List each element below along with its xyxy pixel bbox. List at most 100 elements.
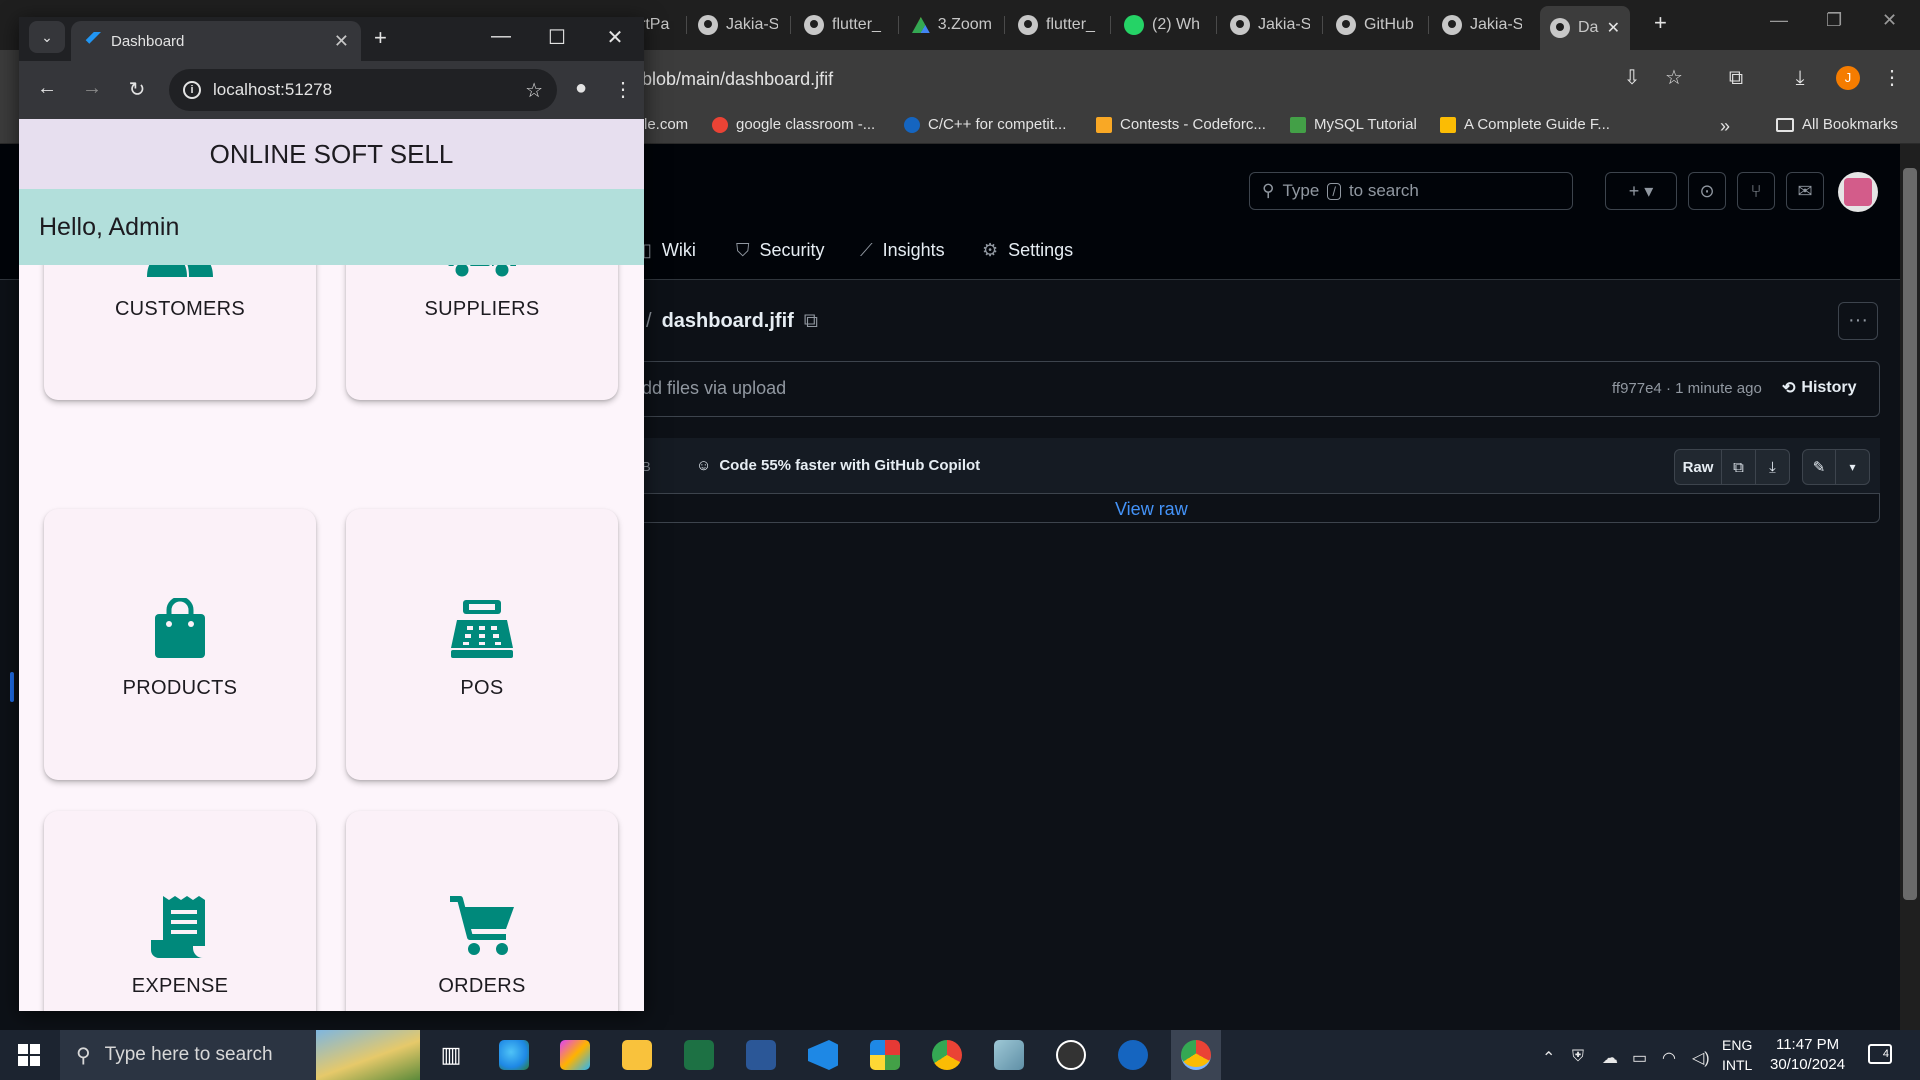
copilot-app-icon[interactable] bbox=[560, 1040, 590, 1070]
tab-zoom[interactable]: 3.Zoom bbox=[912, 12, 992, 38]
repo-nav-insights[interactable]: ⟋ Insights bbox=[860, 240, 945, 261]
file-explorer-icon[interactable] bbox=[622, 1040, 652, 1070]
install-app-icon[interactable]: ⇩ bbox=[1620, 66, 1644, 90]
task-view-icon[interactable]: ▥ bbox=[436, 1040, 466, 1070]
card-expense[interactable]: EXPENSE bbox=[44, 811, 316, 1011]
word-icon[interactable] bbox=[746, 1040, 776, 1070]
all-bookmarks-button[interactable]: All Bookmarks bbox=[1776, 116, 1898, 133]
bookmark-star-icon[interactable]: ☆ bbox=[1662, 66, 1686, 90]
bookmark-item[interactable]: le.com bbox=[644, 116, 688, 133]
pull-requests-icon[interactable]: ⑂ bbox=[1737, 172, 1775, 210]
system-clock[interactable]: 11:47 PM 30/10/2024 bbox=[1770, 1035, 1845, 1075]
download-icon[interactable]: ⤓ bbox=[1756, 449, 1790, 485]
create-new-button[interactable]: + ▾ bbox=[1605, 172, 1677, 210]
taskbar-search-input[interactable]: ⚲ Type here to search bbox=[60, 1030, 420, 1080]
more-bookmarks-icon[interactable]: » bbox=[1720, 116, 1730, 137]
battery-icon[interactable]: ▭ bbox=[1632, 1048, 1647, 1068]
profile-avatar[interactable]: J bbox=[1836, 66, 1860, 90]
edge-icon[interactable] bbox=[499, 1040, 529, 1070]
card-pos[interactable]: POS bbox=[346, 509, 618, 780]
tab-dashboard[interactable]: Dashboard ✕ bbox=[71, 21, 361, 61]
menu-kebab-icon[interactable]: ⋮ bbox=[611, 77, 635, 102]
notepad-icon[interactable] bbox=[994, 1040, 1024, 1070]
security-icon[interactable]: ⛨ bbox=[1572, 1048, 1584, 1066]
bookmark-label: Contests - Codeforc... bbox=[1120, 116, 1266, 133]
app-title: ONLINE SOFT SELL bbox=[209, 138, 454, 169]
more-options-button[interactable]: ··· bbox=[1838, 302, 1878, 340]
menu-kebab-icon[interactable]: ⋮ bbox=[1880, 66, 1904, 90]
excel-icon[interactable] bbox=[684, 1040, 714, 1070]
new-tab-button[interactable]: + bbox=[1654, 10, 1667, 36]
downloads-icon[interactable]: ⤓ bbox=[1788, 66, 1812, 90]
store-icon[interactable] bbox=[870, 1040, 900, 1070]
new-tab-button[interactable]: + bbox=[374, 25, 387, 51]
github-search-input[interactable]: ⚲ Type / to search bbox=[1249, 172, 1573, 210]
notifications-icon[interactable]: 4 bbox=[1868, 1044, 1892, 1064]
tray-overflow-icon[interactable]: ⌃ bbox=[1542, 1048, 1555, 1068]
issues-icon[interactable]: ⊙ bbox=[1688, 172, 1726, 210]
tab-label: flutter_ bbox=[832, 16, 881, 33]
site-info-icon[interactable]: i bbox=[183, 81, 201, 99]
scrollbar-thumb[interactable] bbox=[1903, 168, 1917, 900]
copy-path-icon[interactable]: ⧉ bbox=[804, 310, 818, 333]
close-window-button[interactable]: ✕ bbox=[1882, 10, 1897, 31]
view-raw-link[interactable]: View raw bbox=[1115, 499, 1188, 520]
search-shortcut-key: / bbox=[1327, 182, 1341, 200]
bookmark-item[interactable]: MySQL Tutorial bbox=[1290, 116, 1417, 133]
tab-jakia-1[interactable]: Jakia-S bbox=[698, 12, 778, 38]
copy-raw-icon[interactable]: ⧉ bbox=[1722, 449, 1756, 485]
start-button[interactable] bbox=[18, 1044, 40, 1066]
tab-search-icon[interactable]: ⌄ bbox=[29, 21, 65, 53]
wifi-icon[interactable]: ◠ bbox=[1662, 1048, 1676, 1068]
repo-nav-security[interactable]: ⛉ Security bbox=[736, 240, 825, 261]
extensions-icon[interactable]: ⧉ bbox=[1724, 66, 1748, 90]
app-launcher-icon[interactable] bbox=[1118, 1040, 1148, 1070]
inbox-icon[interactable]: ✉ bbox=[1786, 172, 1824, 210]
edit-pencil-icon[interactable]: ✎ bbox=[1802, 449, 1836, 485]
tab-jakia-2[interactable]: Jakia-S bbox=[1230, 12, 1310, 38]
bookmark-item[interactable]: A Complete Guide F... bbox=[1440, 116, 1610, 133]
close-icon[interactable]: ✕ bbox=[1607, 18, 1620, 38]
history-button[interactable]: ⟲ History bbox=[1782, 378, 1857, 398]
tab-flutter-1[interactable]: flutter_ bbox=[804, 12, 884, 38]
card-orders[interactable]: ORDERS bbox=[346, 811, 618, 1011]
raw-button[interactable]: Raw bbox=[1674, 449, 1722, 485]
edit-dropdown-icon[interactable]: ▾ bbox=[1836, 449, 1870, 485]
maximize-button[interactable]: ☐ bbox=[542, 25, 572, 50]
close-icon[interactable]: ✕ bbox=[334, 31, 349, 52]
minimize-button[interactable]: — bbox=[486, 25, 516, 48]
repo-nav-settings[interactable]: ⚙ Settings bbox=[982, 240, 1073, 261]
media-player-icon[interactable] bbox=[1056, 1040, 1086, 1070]
tab-jakia-3[interactable]: Jakia-S bbox=[1442, 12, 1522, 38]
chrome-icon[interactable] bbox=[932, 1040, 962, 1070]
bookmark-star-icon[interactable]: ☆ bbox=[525, 78, 543, 103]
tab-whatsapp[interactable]: (2) Wh bbox=[1124, 12, 1204, 38]
volume-icon[interactable]: ◁) bbox=[1692, 1048, 1710, 1068]
profile-icon[interactable]: ● bbox=[569, 77, 593, 100]
close-window-button[interactable]: ✕ bbox=[600, 25, 630, 50]
copilot-promo[interactable]: ☺ Code 55% faster with GitHub Copilot bbox=[696, 457, 980, 474]
commit-message[interactable]: dd files via upload bbox=[642, 378, 786, 399]
chrome-active-icon[interactable] bbox=[1181, 1040, 1211, 1070]
card-products[interactable]: PRODUCTS bbox=[44, 509, 316, 780]
reload-icon[interactable]: ↻ bbox=[125, 77, 149, 102]
minimize-button[interactable]: — bbox=[1770, 10, 1788, 31]
bookmark-item[interactable]: C/C++ for competit... bbox=[904, 116, 1066, 133]
restore-button[interactable]: ❐ bbox=[1826, 10, 1842, 31]
omnibox-input[interactable]: i localhost:51278 ☆ bbox=[169, 69, 557, 111]
tab-github[interactable]: GitHub bbox=[1336, 12, 1420, 38]
address-url[interactable]: blob/main/dashboard.jfif bbox=[642, 69, 833, 90]
nav-label: Settings bbox=[1008, 240, 1074, 260]
commit-meta[interactable]: ff977e4 · 1 minute ago bbox=[1612, 380, 1762, 397]
tab-dashboard-active[interactable]: Da ✕ bbox=[1540, 6, 1630, 50]
tab-flutter-2[interactable]: flutter_ bbox=[1018, 12, 1098, 38]
language-indicator[interactable]: ENG INTL bbox=[1722, 1035, 1752, 1075]
tab-rtpa[interactable]: rtPa bbox=[640, 12, 676, 38]
onedrive-icon[interactable]: ☁ bbox=[1602, 1048, 1618, 1068]
bookmark-item[interactable]: google classroom -... bbox=[712, 116, 875, 133]
bookmark-item[interactable]: Contests - Codeforc... bbox=[1096, 116, 1266, 133]
repo-nav-wiki[interactable]: ▯ Wiki bbox=[642, 240, 696, 261]
forward-icon[interactable]: → bbox=[80, 77, 104, 100]
user-avatar[interactable] bbox=[1838, 172, 1878, 212]
back-icon[interactable]: ← bbox=[35, 77, 59, 100]
